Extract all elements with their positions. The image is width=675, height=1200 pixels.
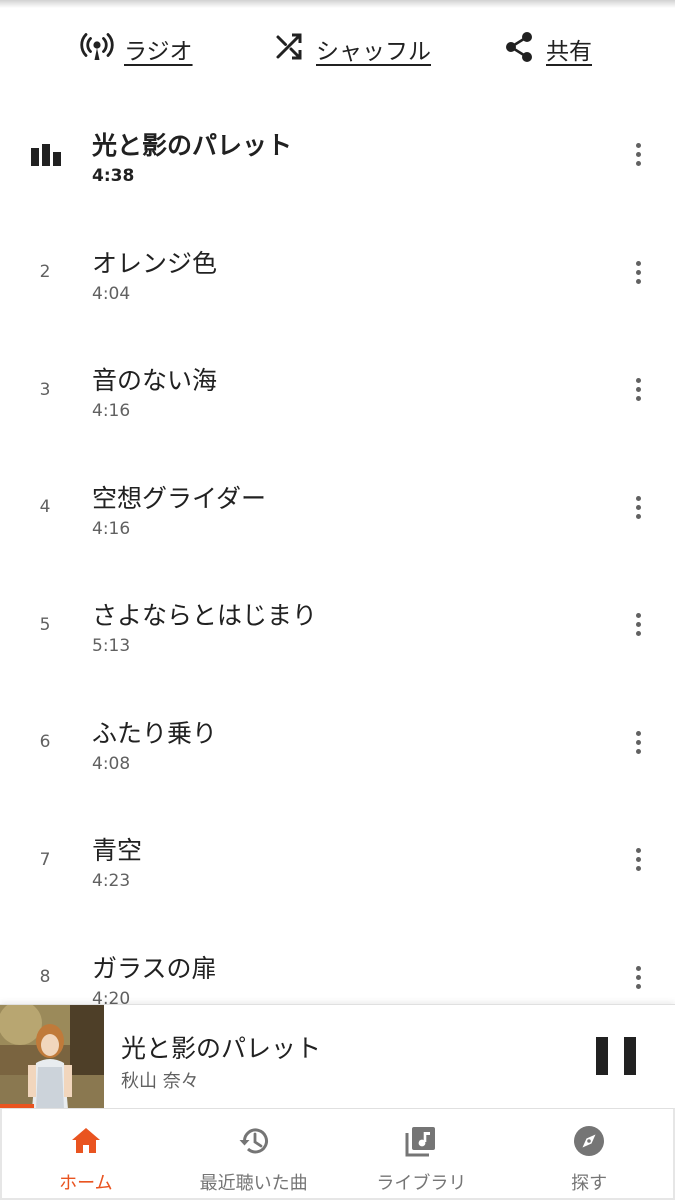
track-row-4[interactable]: 4 空想グライダー 4:16 [0,449,675,567]
track-title: 光と影のパレット [92,131,293,160]
more-options-icon[interactable] [623,214,653,332]
track-title: ふたり乗り [92,718,218,748]
share-button[interactable]: 共有 [502,22,592,76]
nav-library[interactable]: ライブラリ [338,1109,506,1198]
pause-icon [596,1037,608,1075]
share-label: 共有 [546,39,592,65]
track-duration: 4:04 [92,283,131,304]
track-duration: 4:38 [92,166,135,186]
track-number: 6 [39,732,51,753]
top-shadow [0,0,675,8]
track-row-2[interactable]: 2 オレンジ色 4:04 [0,214,675,332]
now-playing-artist: 秋山 奈々 [121,1071,199,1092]
shuffle-icon [272,30,306,68]
nav-library-label: ライブラリ [376,1173,467,1194]
more-options-icon[interactable] [623,801,653,919]
more-options-icon[interactable] [623,919,653,1005]
more-options-icon[interactable] [623,449,653,567]
home-icon [68,1123,104,1163]
nav-recent[interactable]: 最近聴いた曲 [170,1109,338,1198]
radio-broadcast-icon [80,30,114,68]
now-playing-equalizer-icon [31,144,61,166]
track-title: 空想グライダー [92,483,267,513]
track-title: 音のない海 [92,366,218,395]
radio-label: ラジオ [124,39,193,65]
shuffle-label: シャッフル [316,39,431,65]
mini-player[interactable]: 光と影のパレット 秋山 奈々 [0,1004,675,1109]
nav-home-label: ホーム [59,1173,113,1194]
nav-recent-label: 最近聴いた曲 [199,1173,308,1194]
track-number: 4 [39,497,51,518]
share-icon [502,30,536,68]
track-number: 3 [39,379,51,400]
track-row-5[interactable]: 5 さよならとはじまり 5:13 [0,566,675,684]
track-duration: 4:08 [92,753,131,774]
track-duration: 4:16 [92,401,131,421]
track-number: 5 [39,614,51,635]
history-icon [236,1123,272,1163]
radio-button[interactable]: ラジオ [80,22,193,76]
track-duration: 5:13 [92,636,131,656]
track-duration: 4:16 [92,518,131,539]
track-title: さよならとはじまり [92,601,318,630]
track-row-6[interactable]: 6 ふたり乗り 4:08 [0,684,675,802]
more-options-icon[interactable] [623,331,653,449]
now-playing-title: 光と影のパレット [121,1034,322,1063]
nav-explore[interactable]: 探す [505,1109,673,1198]
shuffle-button[interactable]: シャッフル [272,22,431,76]
more-options-icon[interactable] [623,96,653,214]
track-number: 7 [39,849,51,870]
track-row-1[interactable]: 光と影のパレット 4:38 [0,96,675,214]
track-title: 青空 [92,836,143,865]
track-duration: 4:20 [92,988,131,1005]
more-options-icon[interactable] [623,566,653,684]
track-row-7[interactable]: 7 青空 4:23 [0,801,675,919]
nav-home[interactable]: ホーム [2,1109,170,1198]
screen: ラジオ シャッフル 共有 光と影のパレット 4:38 2 オレンジ色 4:04 … [0,0,675,1200]
track-duration: 4:23 [92,871,131,891]
compass-icon [571,1123,607,1163]
nav-explore-label: 探す [571,1173,608,1194]
album-action-row: ラジオ シャッフル 共有 [0,22,675,76]
track-title: オレンジ色 [92,248,218,278]
track-list: 光と影のパレット 4:38 2 オレンジ色 4:04 3 音のない海 4:16 … [0,96,675,1004]
bottom-navigation: ホーム 最近聴いた曲 ライブラリ 探す [0,1108,675,1200]
library-music-icon [403,1123,439,1163]
track-number: 8 [39,967,51,988]
album-art-thumbnail[interactable] [0,1005,104,1109]
pause-button[interactable] [596,1037,636,1077]
track-title: ガラスの扉 [92,953,217,983]
track-row-3[interactable]: 3 音のない海 4:16 [0,331,675,449]
more-options-icon[interactable] [623,684,653,802]
track-row-8[interactable]: 8 ガラスの扉 4:20 [0,919,675,1005]
track-number: 2 [39,262,51,283]
